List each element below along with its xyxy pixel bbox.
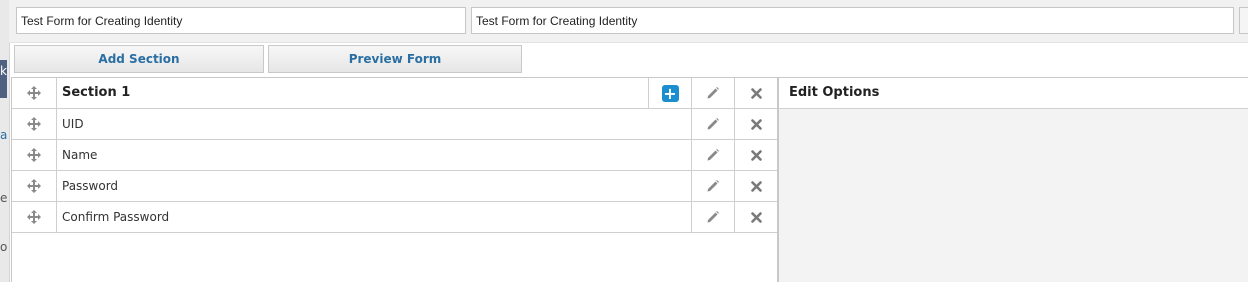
close-icon xyxy=(750,118,762,130)
field-drag-handle[interactable] xyxy=(12,202,57,232)
pencil-icon xyxy=(707,180,719,192)
section-row: Section 1 + xyxy=(12,78,777,109)
field-row: UID xyxy=(12,109,777,140)
form-builder-area: Section 1 + UID Name Password Confirm Pa… xyxy=(11,77,778,282)
close-icon xyxy=(750,87,762,99)
add-field-button[interactable]: + xyxy=(648,78,691,108)
left-edge-char: o xyxy=(0,240,8,254)
field-label: Name xyxy=(62,148,98,162)
left-edge-char: e xyxy=(0,191,8,205)
pencil-icon xyxy=(707,211,719,223)
field-row: Name xyxy=(12,140,777,171)
field-label: Confirm Password xyxy=(62,210,170,224)
close-icon xyxy=(750,211,762,223)
pencil-icon xyxy=(707,149,719,161)
delete-field-button[interactable] xyxy=(734,202,777,232)
header-action-button[interactable] xyxy=(1239,7,1248,34)
left-edge-char: k xyxy=(0,64,7,78)
edit-section-button[interactable] xyxy=(691,78,734,108)
close-icon xyxy=(750,149,762,161)
move-icon xyxy=(27,86,41,100)
move-icon xyxy=(27,179,41,193)
edit-field-button[interactable] xyxy=(691,171,734,201)
plus-icon: + xyxy=(661,83,679,103)
form-name-input[interactable] xyxy=(16,7,466,34)
preview-form-button[interactable]: Preview Form xyxy=(268,45,522,73)
field-drag-handle[interactable] xyxy=(12,109,57,139)
field-label: UID xyxy=(62,117,84,131)
field-row: Password xyxy=(12,171,777,202)
delete-section-button[interactable] xyxy=(734,78,777,108)
section-title: Section 1 xyxy=(62,85,131,100)
close-icon xyxy=(750,180,762,192)
pencil-icon xyxy=(707,87,719,99)
delete-field-button[interactable] xyxy=(734,140,777,170)
move-icon xyxy=(27,148,41,162)
field-label: Password xyxy=(62,179,119,193)
left-edge-char: a xyxy=(0,128,8,142)
section-drag-handle[interactable] xyxy=(12,78,57,108)
edit-field-button[interactable] xyxy=(691,202,734,232)
move-icon xyxy=(27,117,41,131)
field-drag-handle[interactable] xyxy=(12,171,57,201)
edit-options-title: Edit Options xyxy=(779,78,1248,109)
field-row: Confirm Password xyxy=(12,202,777,233)
pencil-icon xyxy=(707,118,719,130)
edit-field-button[interactable] xyxy=(691,140,734,170)
delete-field-button[interactable] xyxy=(734,109,777,139)
edit-field-button[interactable] xyxy=(691,109,734,139)
delete-field-button[interactable] xyxy=(734,171,777,201)
field-drag-handle[interactable] xyxy=(12,140,57,170)
add-section-button[interactable]: Add Section xyxy=(14,45,264,73)
move-icon xyxy=(27,210,41,224)
edit-options-panel: Edit Options xyxy=(778,77,1248,282)
form-description-input[interactable] xyxy=(471,7,1234,34)
